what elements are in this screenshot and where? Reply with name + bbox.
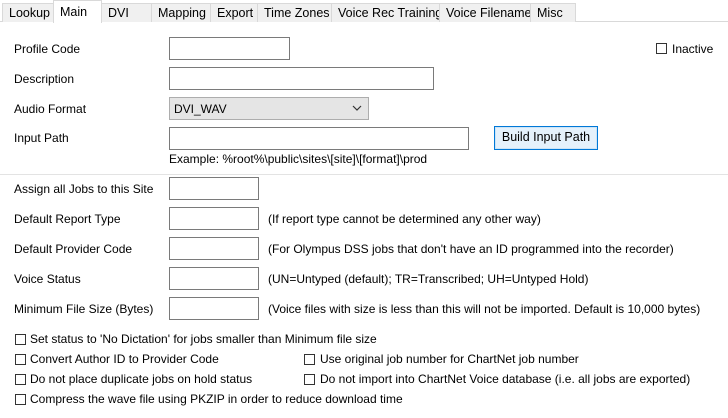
default-report-type-label: Default Report Type: [14, 212, 121, 226]
default-provider-code-field[interactable]: [169, 237, 259, 260]
inactive-label: Inactive: [672, 42, 714, 56]
voice-status-label: Voice Status: [14, 272, 81, 286]
audio-format-select[interactable]: DVI_WAV: [169, 97, 369, 120]
tab-time-zones[interactable]: Time Zones: [257, 3, 332, 22]
no-import-voice-db-checkbox[interactable]: [304, 374, 315, 385]
default-report-type-field[interactable]: [169, 207, 259, 230]
input-path-label: Input Path: [14, 131, 69, 145]
tab-dvi[interactable]: DVI: [101, 3, 152, 22]
compress-pkzip-label: Compress the wave file using PKZIP in or…: [30, 392, 403, 406]
compress-pkzip-checkbox[interactable]: [15, 394, 26, 405]
profile-code-label: Profile Code: [14, 42, 81, 56]
audio-format-value: DVI_WAV: [174, 102, 227, 116]
audio-format-label: Audio Format: [14, 102, 87, 116]
profile-code-field[interactable]: [169, 37, 290, 60]
tab-export[interactable]: Export: [210, 3, 258, 22]
assign-site-field[interactable]: [169, 177, 259, 200]
tab-voice-rec-training[interactable]: Voice Rec Training: [331, 3, 442, 22]
default-provider-code-hint: (For Olympus DSS jobs that don't have an…: [268, 242, 674, 256]
tab-main[interactable]: Main: [53, 0, 102, 23]
inactive-checkbox[interactable]: [656, 43, 667, 54]
tab-mapping[interactable]: Mapping: [151, 3, 211, 22]
voice-status-hint: (UN=Untyped (default); TR=Transcribed; U…: [268, 272, 589, 286]
default-provider-code-label: Default Provider Code: [14, 242, 133, 256]
use-original-job-checkbox[interactable]: [304, 354, 315, 365]
min-file-size-label: Minimum File Size (Bytes): [14, 302, 154, 316]
convert-author-checkbox[interactable]: [15, 354, 26, 365]
no-duplicate-hold-label: Do not place duplicate jobs on hold stat…: [30, 372, 253, 386]
description-label: Description: [14, 72, 75, 86]
chevron-down-icon: [352, 105, 362, 111]
build-input-path-button[interactable]: Build Input Path: [494, 126, 598, 150]
tab-voice-filename[interactable]: Voice Filename: [439, 3, 531, 22]
min-file-size-hint: (Voice files with size is less than this…: [268, 302, 701, 316]
tab-misc[interactable]: Misc: [530, 3, 576, 22]
use-original-job-label: Use original job number for ChartNet job…: [320, 352, 579, 366]
no-duplicate-hold-checkbox[interactable]: [15, 374, 26, 385]
input-path-example: Example: %root%\public\sites\[site]\[for…: [169, 152, 428, 166]
tab-strip: Lookup Main DVI Mapping Export Time Zone…: [0, 0, 728, 23]
no-dictation-label: Set status to 'No Dictation' for jobs sm…: [30, 332, 377, 346]
convert-author-label: Convert Author ID to Provider Code: [30, 352, 219, 366]
default-report-type-hint: (If report type cannot be determined any…: [268, 212, 541, 226]
no-dictation-checkbox[interactable]: [15, 334, 26, 345]
assign-site-label: Assign all Jobs to this Site: [14, 182, 154, 196]
section-divider: [0, 174, 728, 175]
voice-status-field[interactable]: [169, 267, 259, 290]
min-file-size-field[interactable]: [169, 297, 259, 320]
tab-lookup[interactable]: Lookup: [2, 3, 54, 22]
input-path-field[interactable]: [169, 127, 469, 150]
description-field[interactable]: [169, 67, 434, 90]
no-import-voice-db-label: Do not import into ChartNet Voice databa…: [320, 372, 691, 386]
